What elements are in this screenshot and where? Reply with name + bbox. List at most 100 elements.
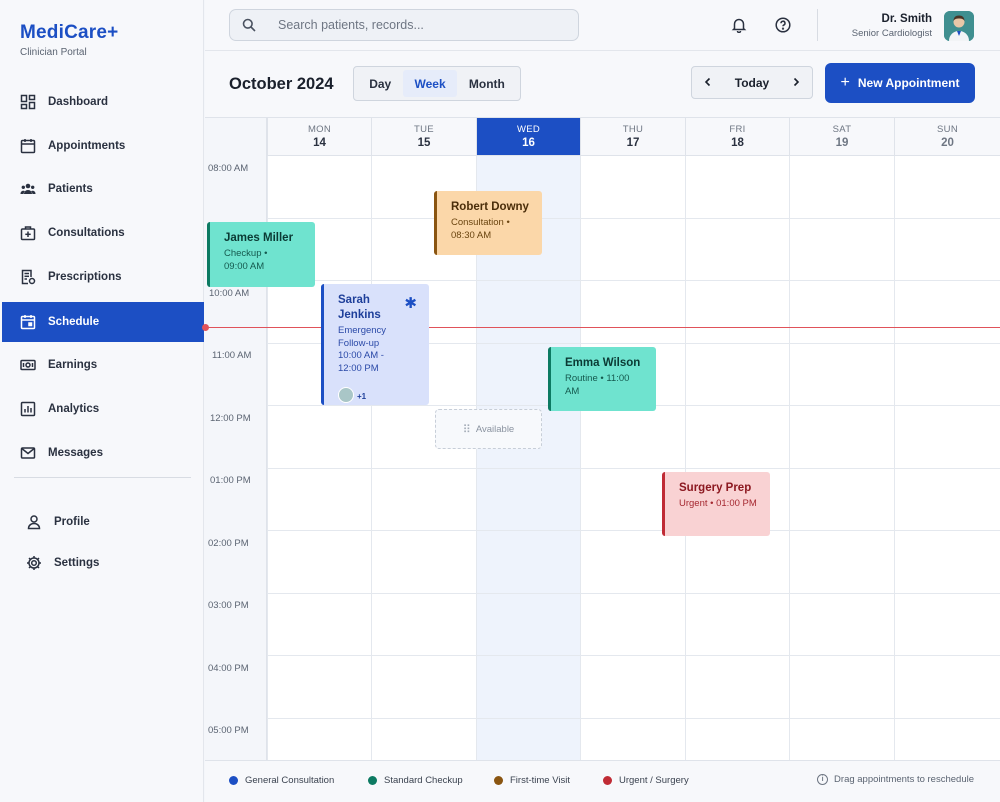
sidebar-item-schedule[interactable]: Schedule <box>2 302 204 342</box>
sidebar-item-appointments[interactable]: Appointments <box>2 126 204 166</box>
sidebar-divider <box>14 477 191 478</box>
sidebar-item-label: Settings <box>54 557 100 569</box>
hour-line <box>267 655 1000 656</box>
user-name: Dr. Smith <box>881 13 932 25</box>
day-column[interactable] <box>580 156 685 761</box>
person-icon <box>26 514 42 530</box>
search-input[interactable] <box>278 18 558 32</box>
day-column[interactable] <box>685 156 789 761</box>
legend-label: First-time Visit <box>510 775 570 786</box>
date-navigation: Today <box>691 66 813 99</box>
day-column[interactable] <box>789 156 894 761</box>
available-label: Available <box>475 423 515 435</box>
appointment-title: Sarah Jenkins <box>338 294 381 321</box>
time-label: 12:00 PM <box>210 413 251 424</box>
view-day-button[interactable]: Day <box>357 70 403 97</box>
day-header-sat[interactable]: SAT 19 <box>789 118 894 156</box>
sidebar-item-patients[interactable]: Patients <box>2 169 204 209</box>
sidebar-item-profile[interactable]: Profile <box>2 502 204 542</box>
sidebar-item-settings[interactable]: Settings <box>2 543 204 583</box>
users-icon <box>20 181 36 197</box>
month-title: October 2024 <box>229 75 334 93</box>
sidebar-item-messages[interactable]: Messages <box>2 433 204 473</box>
legend-label: General Consultation <box>245 775 335 786</box>
time-label: 05:00 PM <box>208 725 249 736</box>
prev-week-button[interactable] <box>692 67 724 98</box>
sidebar-item-label: Messages <box>48 447 103 459</box>
hint-text: Drag appointments to reschedule <box>834 774 974 785</box>
legend-dot <box>229 776 238 785</box>
attendee-avatar <box>338 387 354 403</box>
day-name: FRI <box>729 124 746 135</box>
sidebar-item-dashboard[interactable]: Dashboard <box>2 82 204 122</box>
calendar-today-icon <box>20 314 36 330</box>
appointment-card[interactable]: Emma Wilson Routine • 11:00 AM <box>548 347 656 411</box>
day-number: 18 <box>731 137 744 149</box>
day-header-tue[interactable]: TUE 15 <box>371 118 476 156</box>
day-number: 19 <box>835 137 849 149</box>
bell-icon[interactable] <box>730 16 748 34</box>
day-header-thu[interactable]: THU 17 <box>580 118 685 156</box>
attendee-count: +1 <box>357 392 367 401</box>
day-name: MON <box>307 124 332 135</box>
calendar-icon <box>20 138 36 154</box>
appointment-detail: Consultation • 08:30 AM <box>451 217 510 241</box>
day-number: 14 <box>313 137 326 149</box>
topbar: Dr. Smith Senior Cardiologist <box>205 0 1000 51</box>
time-label: 01:00 PM <box>210 475 251 486</box>
avatar[interactable] <box>944 11 974 41</box>
gear-icon <box>26 555 42 571</box>
day-name: TUE <box>414 124 434 135</box>
app-name: MediCare+ <box>20 22 119 43</box>
money-icon <box>20 357 36 373</box>
hour-line <box>267 280 1000 281</box>
day-number: 20 <box>941 137 954 149</box>
new-appointment-label: New Appointment <box>857 76 960 90</box>
hour-line <box>267 530 1000 531</box>
appointment-card[interactable]: Robert Downy Consultation • 08:30 AM <box>434 191 542 255</box>
sidebar-item-prescriptions[interactable]: Prescriptions <box>2 257 204 297</box>
topbar-divider <box>817 9 818 41</box>
user-role: Senior Cardiologist <box>851 28 932 39</box>
hour-line <box>267 218 1000 219</box>
hour-line <box>267 718 1000 719</box>
time-label: 10:00 AM <box>209 288 250 299</box>
legend-dot <box>494 776 503 785</box>
appointment-card[interactable]: Surgery Prep Urgent • 01:00 PM <box>662 472 770 536</box>
search-icon <box>242 18 256 32</box>
medical-case-icon <box>20 225 36 241</box>
time-label: 02:00 PM <box>208 538 249 549</box>
day-header-fri[interactable]: FRI 18 <box>685 118 789 156</box>
day-name: SUN <box>937 124 958 135</box>
view-month-button[interactable]: Month <box>457 70 517 97</box>
help-icon[interactable] <box>774 16 792 34</box>
view-week-button[interactable]: Week <box>403 70 457 97</box>
chart-icon <box>20 401 36 417</box>
day-header-wed[interactable]: WED 16 <box>476 118 580 156</box>
new-appointment-button[interactable]: + New Appointment <box>825 63 975 103</box>
appointment-detail: Urgent • 01:00 PM <box>679 498 757 509</box>
day-header-sun[interactable]: SUN 20 <box>894 118 1000 156</box>
legend-label: Urgent / Surgery <box>619 775 689 786</box>
sidebar-item-consultations[interactable]: Consultations <box>2 213 204 253</box>
sidebar-item-label: Analytics <box>48 403 100 415</box>
next-week-button[interactable] <box>780 67 812 98</box>
grid-icon <box>20 94 36 110</box>
appointment-title: Robert Downy <box>451 201 529 213</box>
sidebar: MediCare+ Clinician Portal Dashboard App… <box>0 0 204 802</box>
day-header-mon[interactable]: MON 14 <box>267 118 371 156</box>
view-switcher: Day Week Month <box>353 66 521 101</box>
appointment-detail: Emergency Follow-up 10:00 AM - 12:00 PM <box>338 325 387 374</box>
appointment-card[interactable]: James Miller Checkup • 09:00 AM <box>207 222 315 287</box>
available-slot[interactable]: ⠿ Available <box>435 409 542 449</box>
day-column[interactable] <box>894 156 1000 761</box>
sidebar-item-analytics[interactable]: Analytics <box>2 389 204 429</box>
sidebar-item-label: Schedule <box>48 316 100 328</box>
sidebar-item-earnings[interactable]: Earnings <box>2 345 204 385</box>
search-bar[interactable] <box>229 9 579 41</box>
day-number: 17 <box>626 137 640 149</box>
appointment-card[interactable]: Sarah Jenkins Emergency Follow-up 10:00 … <box>321 284 429 405</box>
chevron-left-icon <box>703 74 713 92</box>
app-subtitle: Clinician Portal <box>20 47 87 58</box>
today-button[interactable]: Today <box>724 67 780 98</box>
